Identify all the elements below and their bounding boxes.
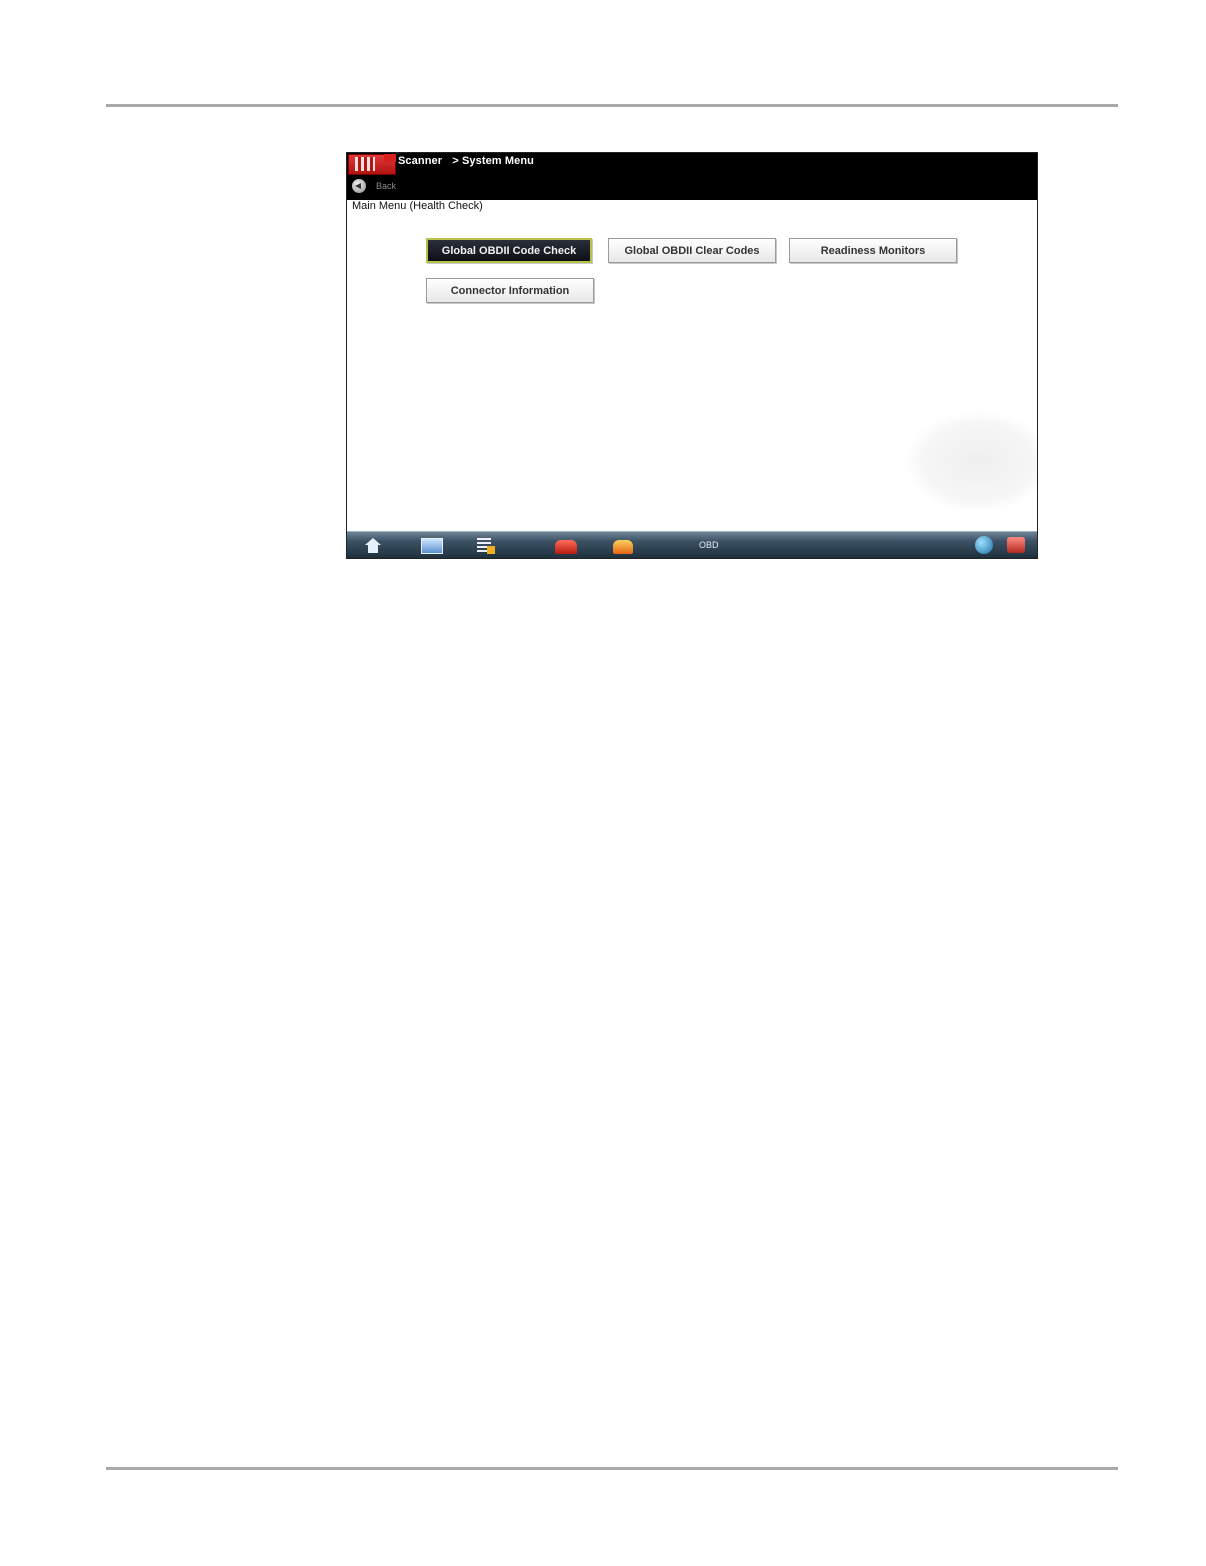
page-bottom-rule — [106, 1467, 1118, 1470]
list-icon[interactable] — [477, 538, 495, 554]
car-orange-icon[interactable] — [613, 540, 633, 554]
breadcrumb-system-menu[interactable]: > System Menu — [452, 155, 534, 167]
camera-icon[interactable] — [1007, 537, 1025, 553]
page-title: Main Menu (Health Check) — [352, 200, 483, 212]
global-obdii-clear-codes-button[interactable]: Global OBDII Clear Codes — [608, 238, 776, 263]
car-red-icon[interactable] — [555, 540, 577, 554]
globe-icon[interactable] — [975, 536, 993, 554]
background-watermark — [907, 412, 1037, 512]
title-bar: Scanner > System Menu Back — [347, 153, 1037, 200]
breadcrumb: Scanner > System Menu — [398, 155, 541, 167]
readiness-monitors-button[interactable]: Readiness Monitors — [789, 238, 957, 263]
back-label: Back — [376, 181, 397, 191]
taskbar-status-text: OBD — [699, 540, 719, 550]
connector-information-button[interactable]: Connector Information — [426, 278, 594, 303]
back-button[interactable]: Back — [352, 177, 396, 195]
back-arrow-icon — [352, 179, 366, 193]
breadcrumb-scanner[interactable]: Scanner — [398, 155, 442, 167]
main-content: Main Menu (Health Check) Global OBDII Co… — [347, 200, 1037, 531]
taskbar: OBD — [347, 531, 1037, 558]
screen-icon[interactable] — [421, 538, 443, 554]
global-obdii-code-check-button[interactable]: Global OBDII Code Check — [426, 238, 592, 263]
home-icon[interactable] — [365, 538, 381, 554]
page-top-rule — [106, 104, 1118, 107]
scanner-screenshot: Scanner > System Menu Back Main Menu (He… — [346, 152, 1038, 559]
app-logo-icon — [348, 154, 396, 175]
